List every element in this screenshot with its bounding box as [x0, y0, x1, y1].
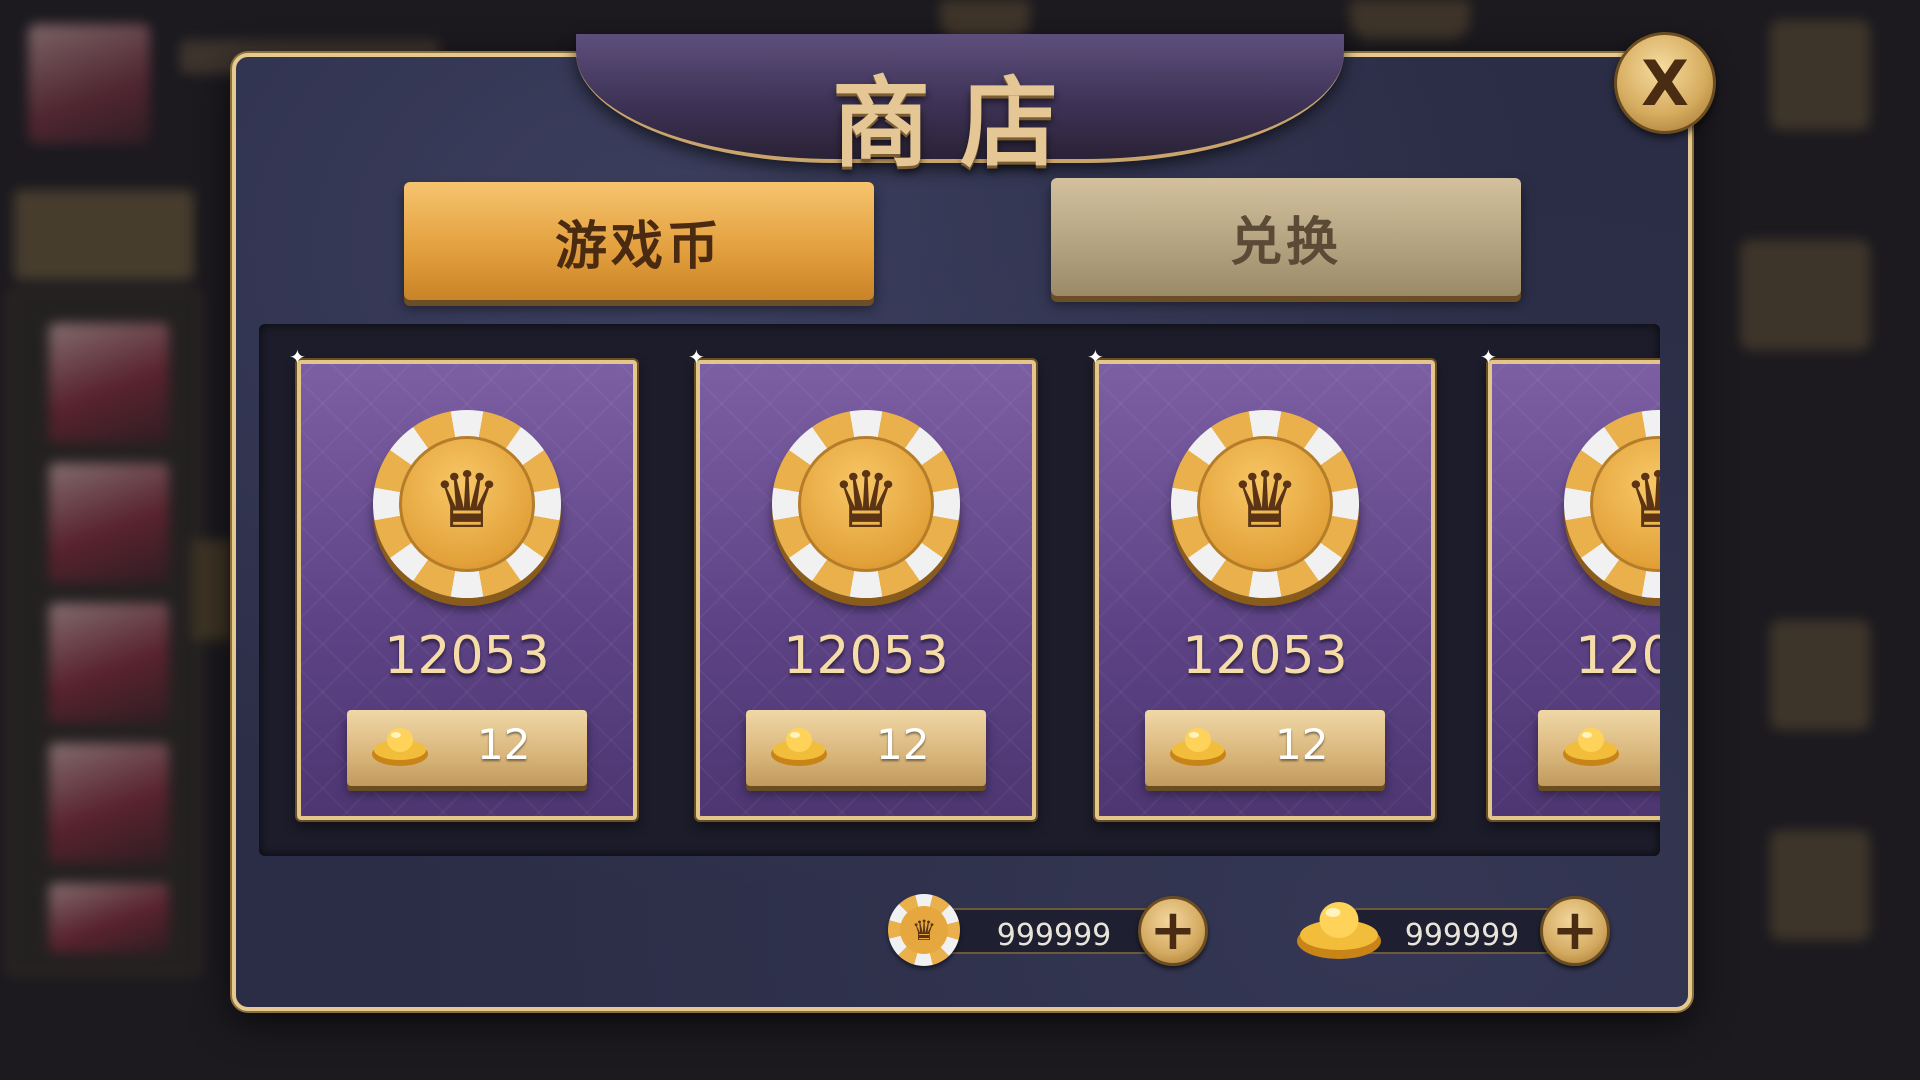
- gold-ingot-icon: [771, 728, 827, 766]
- top-icon-blur: [1350, 0, 1470, 40]
- shop-item-card[interactable]: ✦ ♛ 12053 12: [1480, 347, 1660, 820]
- coin-balance-track: 999999: [928, 908, 1168, 954]
- tab-exchange[interactable]: 兑换: [1051, 178, 1521, 296]
- rank-tabs-blur: [14, 190, 194, 280]
- gold-ingot-icon: [372, 728, 428, 766]
- item-price: 12: [876, 720, 930, 769]
- rank-avatar: [49, 603, 169, 723]
- cart-icon: [1740, 240, 1870, 350]
- rank-avatar: [49, 463, 169, 583]
- chip-crown-icon: ♛: [772, 410, 960, 598]
- notes-icon: [1770, 620, 1870, 730]
- chip-crown-icon: ♛: [888, 894, 960, 966]
- shop-item-card[interactable]: ✦ ♛ 12053 12: [289, 347, 637, 820]
- buy-button[interactable]: 12: [746, 710, 986, 786]
- sparkle-icon: ✦: [1087, 345, 1104, 369]
- add-coins-button[interactable]: +: [1138, 896, 1208, 966]
- item-amount: 12053: [1575, 626, 1660, 686]
- chip-crown-icon: ♛: [1171, 410, 1359, 598]
- gift-icon: [1770, 830, 1870, 940]
- coin-balance-value: 999999: [996, 918, 1112, 953]
- item-price: 12: [477, 720, 531, 769]
- player-avatar: [28, 24, 150, 144]
- ingot-balance: 999999 +: [1296, 896, 1618, 966]
- add-ingots-button[interactable]: +: [1540, 896, 1610, 966]
- ingot-balance-value: 999999: [1404, 918, 1520, 953]
- chip-crown-icon: ♛: [1564, 410, 1660, 598]
- sparkle-icon: ✦: [688, 345, 705, 369]
- rank-avatar: [49, 323, 169, 443]
- item-amount: 12053: [384, 626, 550, 686]
- item-amount: 12053: [783, 626, 949, 686]
- gold-ingot-icon: [1563, 728, 1619, 766]
- gold-ingot-icon: [1297, 902, 1381, 959]
- shop-item-card[interactable]: ✦ ♛ 12053 12: [1087, 347, 1435, 820]
- chip-crown-icon: ♛: [373, 410, 561, 598]
- close-button[interactable]: X: [1614, 32, 1716, 134]
- settings-icon: [1770, 20, 1870, 130]
- sparkle-icon: ✦: [289, 345, 306, 369]
- rank-avatar: [49, 743, 169, 863]
- item-price: 12: [1275, 720, 1329, 769]
- side-tag-blur: [192, 540, 232, 640]
- buy-button[interactable]: 12: [1145, 710, 1385, 786]
- buy-button[interactable]: 12: [347, 710, 587, 786]
- item-amount: 12053: [1182, 626, 1348, 686]
- dialog-title: 商店: [831, 66, 1088, 181]
- tab-game-coins[interactable]: 游戏币: [404, 182, 874, 300]
- buy-button[interactable]: 12: [1538, 710, 1660, 786]
- sparkle-icon: ✦: [1480, 345, 1497, 369]
- shop-item-card[interactable]: ✦ ♛ 12053 12: [688, 347, 1036, 820]
- rank-list-blur: [6, 290, 202, 976]
- shop-items-panel[interactable]: ✦ ♛ 12053 12 ✦ ♛ 12053 12 ✦ ♛ 12053 12 ✦…: [259, 324, 1660, 856]
- coin-balance: 999999 ♛ +: [888, 894, 1210, 966]
- rank-avatar: [49, 883, 169, 953]
- gold-ingot-icon: [1170, 728, 1226, 766]
- title-plate: 商店: [576, 34, 1344, 181]
